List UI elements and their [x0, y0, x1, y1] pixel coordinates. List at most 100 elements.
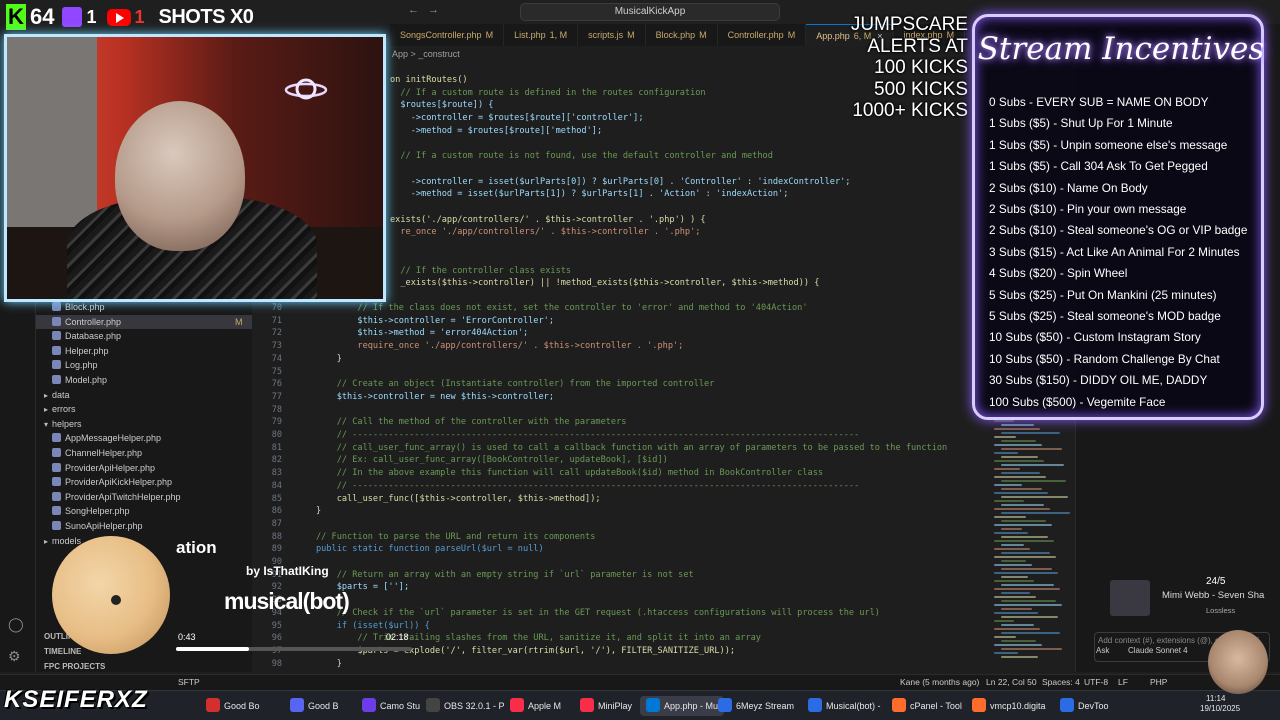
editor-tab[interactable]: List.php 1, M	[504, 24, 579, 46]
explorer-tree-item[interactable]: Helper.php	[52, 344, 109, 358]
explorer-tree-item[interactable]: ▸ errors	[44, 402, 76, 416]
streamer-head	[115, 101, 245, 251]
taskbar-app-label: Musical(bot) -	[826, 701, 881, 711]
code-line: $routes[$route]) {	[390, 100, 494, 111]
line-number: 82	[271, 455, 282, 466]
cursor-position[interactable]: Ln 22, Col 50	[986, 677, 1037, 687]
explorer-tree-item[interactable]: Model.php	[52, 373, 107, 387]
git-blame-status[interactable]: Kane (5 months ago)	[900, 677, 979, 687]
minimap-line	[1001, 576, 1028, 578]
explorer-tree-item[interactable]: ProviderApiTwitchHelper.php	[52, 490, 181, 504]
indentation-status[interactable]: Spaces: 4	[1042, 677, 1080, 687]
minimap-line	[994, 420, 1014, 422]
code-line: $this->controller = 'ErrorController';	[316, 315, 554, 326]
taskbar-app-button[interactable]: App.php - Mu	[640, 696, 725, 716]
back-arrow-icon[interactable]: ←	[408, 4, 419, 16]
tree-item-label: errors	[52, 404, 76, 415]
taskbar-app-button[interactable]: vmcp10.digita	[972, 696, 1046, 716]
explorer-tree-item[interactable]: ▾ helpers	[44, 417, 82, 431]
taskbar-app-button[interactable]: Apple M	[510, 696, 561, 716]
song-progress-fill	[176, 647, 250, 651]
forward-arrow-icon[interactable]: →	[428, 4, 439, 16]
explorer-tree-item[interactable]: AppMessageHelper.php	[52, 431, 161, 445]
incentives-title: Stream Incentives	[977, 31, 1265, 67]
song-title: ation	[176, 538, 217, 557]
minimap-line	[1001, 480, 1066, 482]
taskbar-app-button[interactable]: cPanel - Tool	[892, 696, 962, 716]
stream-incentives-panel: Stream Incentives 0 Subs - EVERY SUB = N…	[972, 14, 1264, 420]
taskbar-app-button[interactable]: OBS 32.0.1 - P	[426, 696, 505, 716]
taskbar-app-button[interactable]: Good B	[290, 696, 339, 716]
editor-tab[interactable]: Controller.php M	[718, 24, 807, 46]
tab-label: List.php	[514, 30, 546, 40]
taskbar-app-button[interactable]: MiniPlay	[580, 696, 632, 716]
php-file-icon	[52, 316, 61, 326]
clock-date[interactable]: 19/10/2025	[1200, 703, 1240, 720]
php-file-icon	[52, 477, 61, 487]
incentive-item: 4 Subs ($20) - Spin Wheel	[989, 266, 1128, 281]
taskbar-app-button[interactable]: 6Meyz Stream	[718, 696, 794, 716]
minimap-line	[1001, 656, 1038, 658]
account-icon[interactable]: ◯	[8, 616, 24, 633]
explorer-tree-item[interactable]: Controller.php M	[0, 314, 252, 329]
gear-icon[interactable]: ⚙	[8, 648, 21, 665]
minimap-line	[1001, 520, 1046, 522]
php-file-icon	[52, 462, 61, 472]
taskbar-app-button[interactable]: Musical(bot) -	[808, 696, 881, 716]
editor-tab[interactable]: SongsController.php M	[390, 24, 505, 46]
minimap-line	[1001, 560, 1026, 562]
code-line: _exists($this->controller) || !method_ex…	[390, 278, 820, 289]
incentive-item: 5 Subs ($25) - Steal someone's MOD badge	[989, 309, 1221, 323]
code-line: // In the above example this function wi…	[316, 468, 824, 479]
app-icon	[718, 698, 732, 712]
explorer-tree-item[interactable]: ▸ data	[44, 388, 70, 402]
php-file-icon	[52, 360, 61, 370]
minimap[interactable]	[990, 420, 1070, 670]
taskbar-app-button[interactable]: Camo Stu	[362, 696, 420, 716]
stinger-line: 100 KICKS	[874, 57, 968, 78]
minimap-line	[1001, 472, 1040, 474]
song-progress-bar	[176, 647, 412, 651]
breadcrumb-text: App > _construct	[392, 49, 460, 59]
eol-status[interactable]: LF	[1118, 677, 1128, 687]
minimap-line	[994, 604, 1062, 606]
tree-item-label: ProviderApiHelper.php	[65, 462, 156, 473]
code-line: ->method = isset($urlParts[1]) ? $urlPar…	[390, 189, 789, 200]
minimap-line	[1001, 544, 1024, 546]
incentive-item: 1 Subs ($5) - Unpin someone else's messa…	[989, 137, 1228, 152]
song-elapsed-time: 0:43	[178, 632, 196, 642]
activity-bar: ◯ ⚙	[0, 300, 36, 672]
tree-item-label: Helper.php	[65, 345, 109, 356]
taskbar-app-label: MiniPlay	[598, 701, 633, 711]
language-mode[interactable]: PHP	[1150, 677, 1167, 687]
minimap-line	[994, 652, 1018, 654]
status-bar: SFTP Kane (5 months ago) Ln 22, Col 50 S…	[0, 674, 1280, 690]
minimap-line	[994, 548, 1030, 550]
chat-mode-select[interactable]: Ask	[1096, 646, 1109, 655]
editor-tab[interactable]: scripts.js M	[578, 24, 646, 46]
incentive-item: 2 Subs ($10) - Name On Body	[989, 180, 1148, 195]
explorer-tree-item[interactable]: ChannelHelper.php	[52, 446, 142, 460]
taskbar-app-button[interactable]: Good Bo	[206, 696, 260, 716]
app-icon	[426, 698, 440, 712]
explorer-tree-item[interactable]: ProviderApiHelper.php	[52, 461, 155, 475]
explorer-tree-item[interactable]: Database.php	[52, 329, 121, 343]
chat-model-select[interactable]: Claude Sonnet 4	[1128, 646, 1188, 655]
tree-item-label: ProviderApiKickHelper.php	[65, 477, 173, 488]
minimap-line	[1001, 568, 1052, 570]
sftp-status[interactable]: SFTP	[178, 677, 200, 687]
explorer-tree-item[interactable]: SongHelper.php	[52, 504, 130, 518]
editor-tab[interactable]: Block.php M	[646, 24, 718, 46]
explorer-tree-item[interactable]: Log.php	[52, 358, 98, 372]
encoding-status[interactable]: UTF-8	[1084, 677, 1108, 687]
tree-item-label: data	[52, 389, 70, 400]
explorer-tree-item[interactable]: Block.php	[52, 300, 105, 314]
tree-item-label: Database.php	[65, 331, 122, 342]
minimap-line	[1001, 600, 1056, 602]
command-center-search[interactable]: MusicalKickApp	[520, 3, 780, 21]
explorer-tree-item[interactable]: ProviderApiKickHelper.php	[52, 475, 172, 489]
workspace-name: MusicalKickApp	[614, 6, 686, 17]
fpc-projects-section[interactable]: FPC PROJECTS	[44, 662, 105, 671]
code-line: }	[316, 658, 342, 669]
taskbar-app-button[interactable]: DevToo	[1060, 696, 1109, 716]
